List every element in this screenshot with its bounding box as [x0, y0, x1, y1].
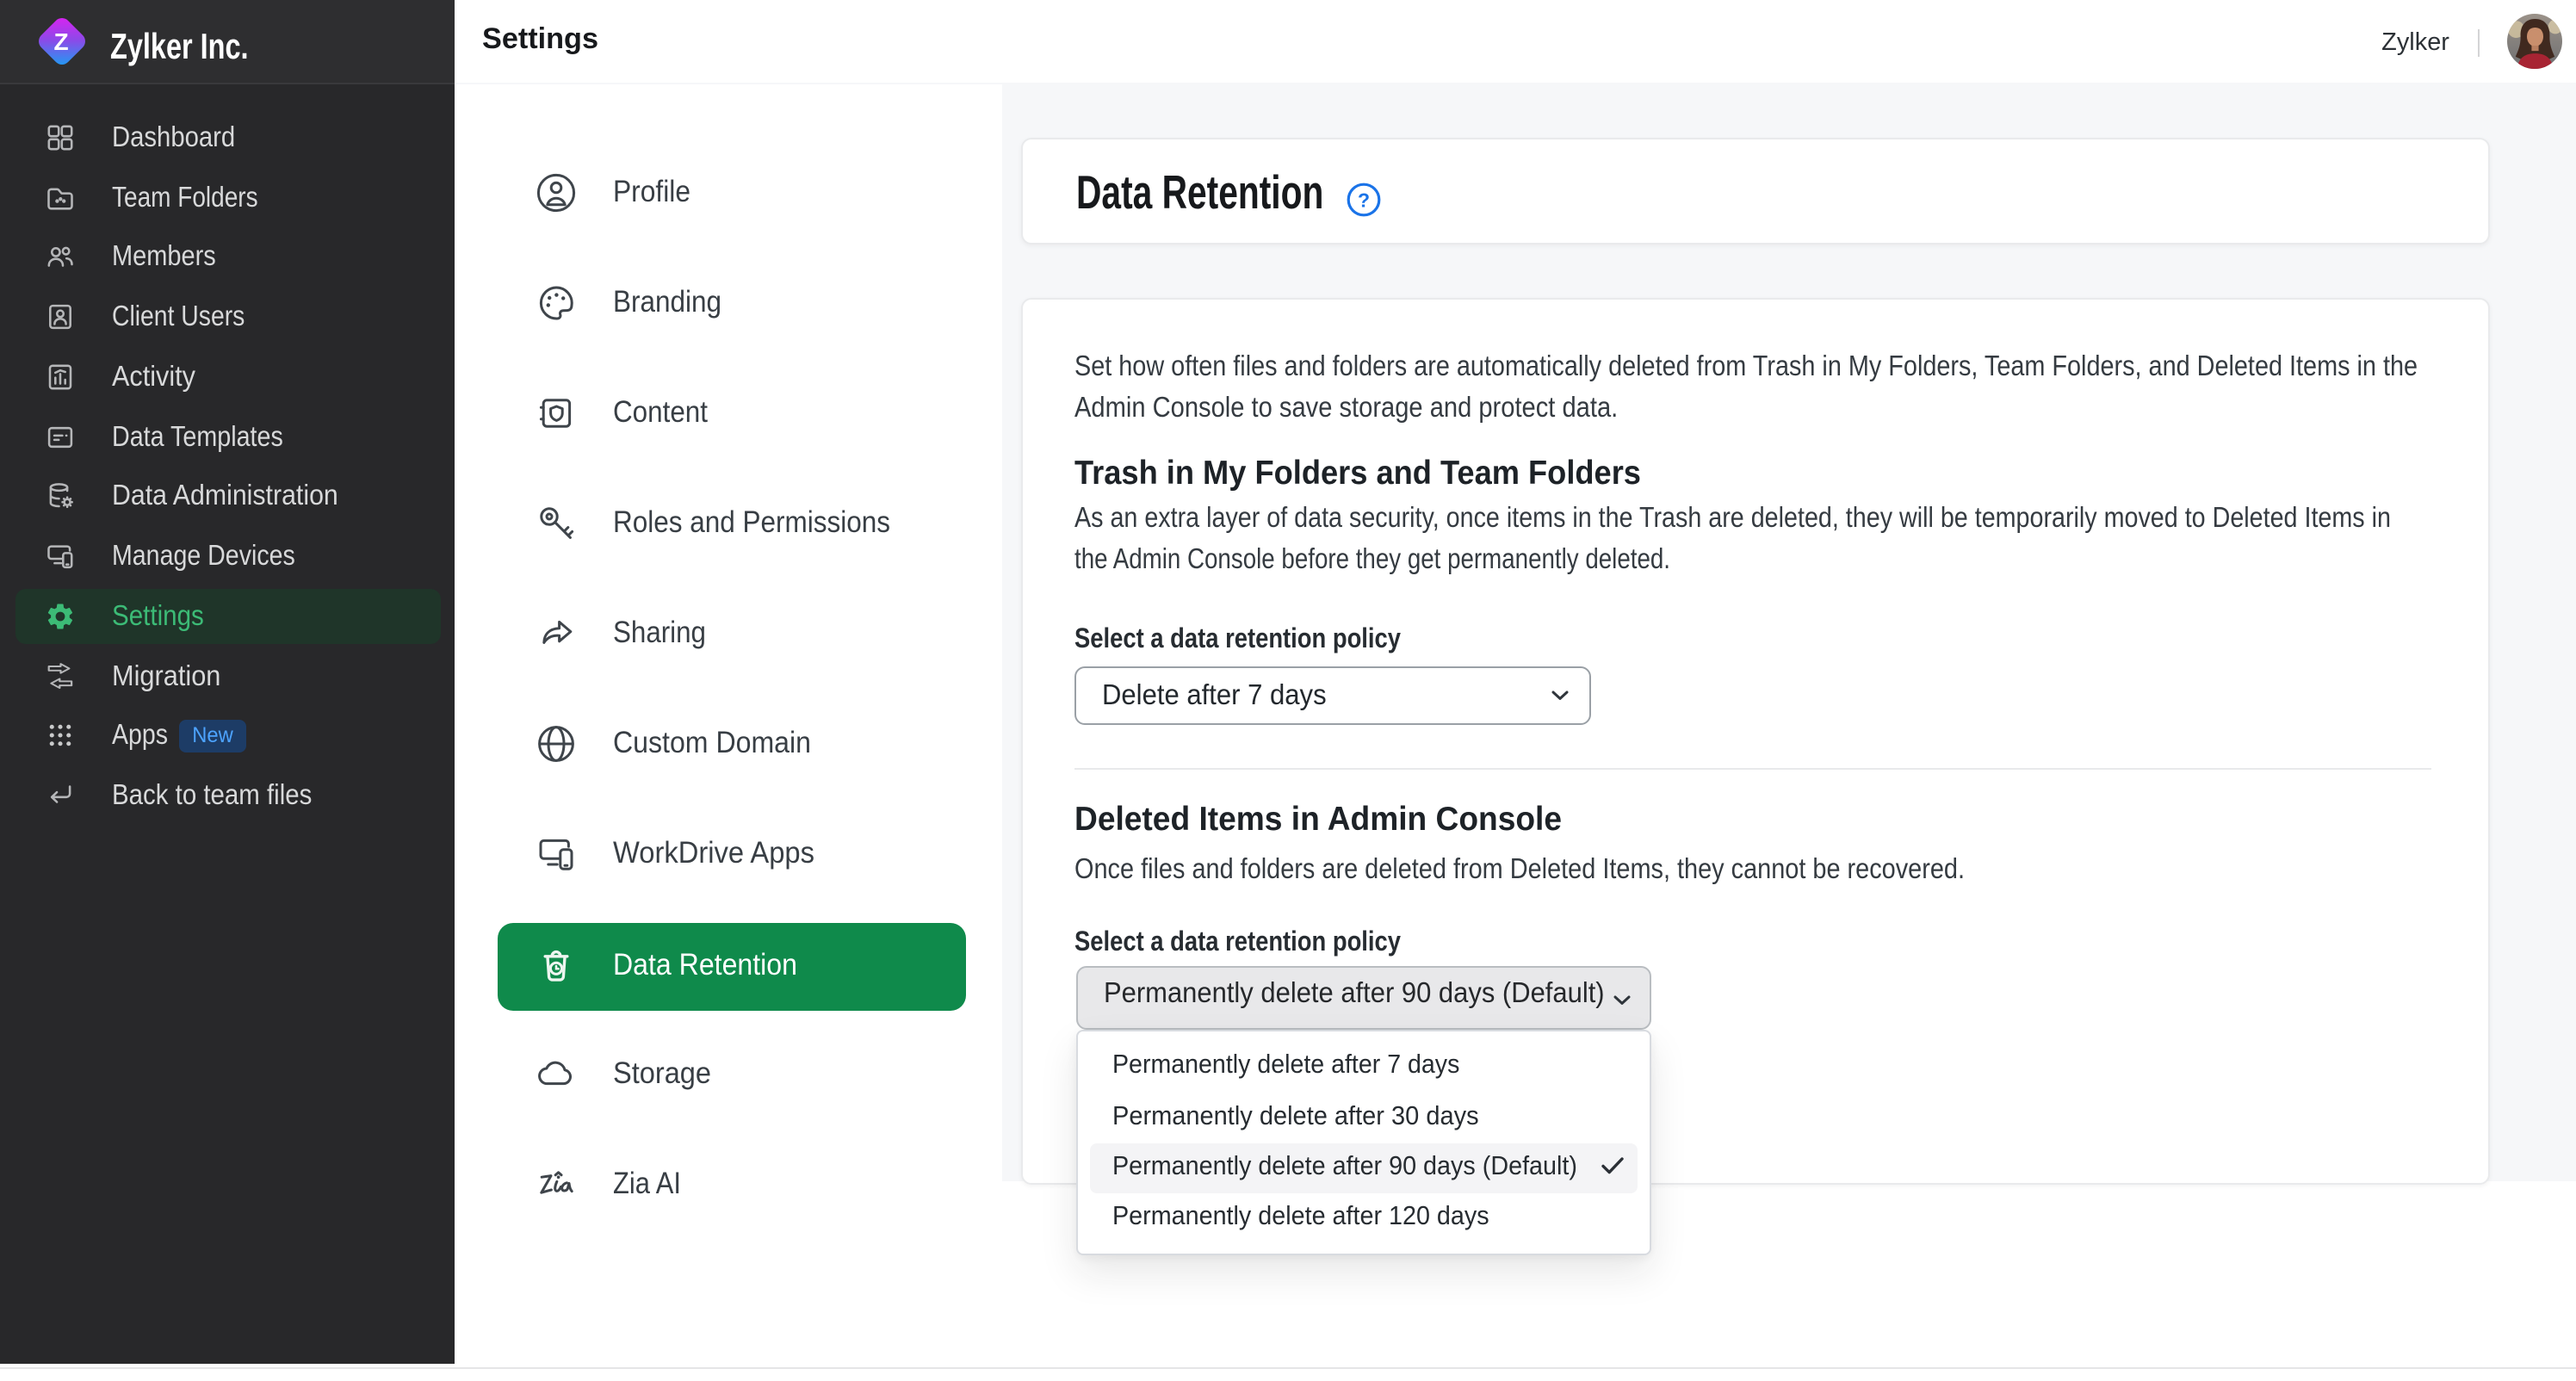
svg-text:?: ? — [1358, 189, 1370, 212]
